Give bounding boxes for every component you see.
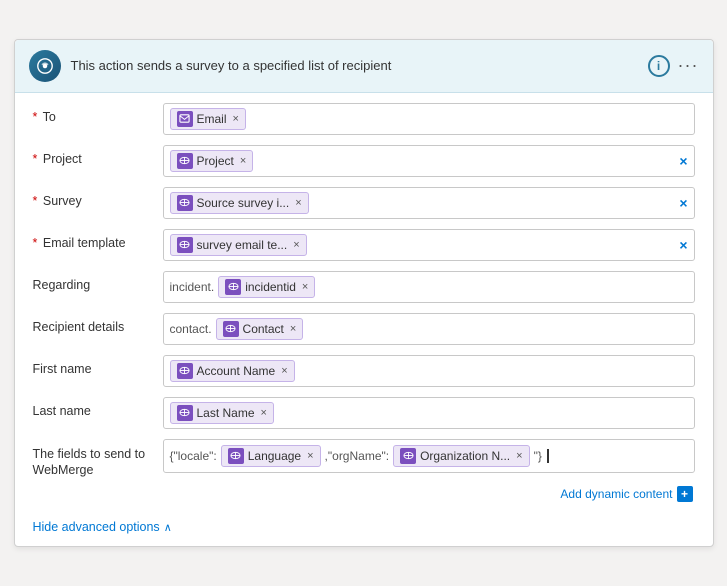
token-icon-incidentid xyxy=(225,279,241,295)
control-regarding[interactable]: incident. incidentid × xyxy=(163,271,695,303)
field-row-lastname: Last name Last Name × xyxy=(33,397,695,431)
token-icon-contact xyxy=(223,321,239,337)
label-regarding: Regarding xyxy=(33,271,163,292)
recipient-prefix: contact. xyxy=(170,322,212,336)
info-button[interactable]: i xyxy=(648,55,670,77)
hide-advanced-button[interactable]: Hide advanced options ∧ xyxy=(15,514,713,534)
field-row-regarding: Regarding incident. incidentid × xyxy=(33,271,695,305)
control-to[interactable]: Email × xyxy=(163,103,695,135)
field-row-webmerge: The fields to send to WebMerge {"locale"… xyxy=(33,439,695,479)
control-firstname[interactable]: Account Name × xyxy=(163,355,695,387)
more-button[interactable]: ··· xyxy=(678,55,699,76)
hide-advanced-label: Hide advanced options xyxy=(33,520,160,534)
clear-email-template[interactable]: × xyxy=(679,237,687,253)
token-contact-remove[interactable]: × xyxy=(290,323,296,335)
token-email-template: survey email te... × xyxy=(170,234,307,256)
token-icon-email xyxy=(177,111,193,127)
control-lastname[interactable]: Last Name × xyxy=(163,397,695,429)
control-recipient[interactable]: contact. Contact × xyxy=(163,313,695,345)
control-project[interactable]: Project × × xyxy=(163,145,695,177)
webmerge-suffix: "} xyxy=(534,449,542,463)
field-row-recipient: Recipient details contact. Contact × xyxy=(33,313,695,347)
token-project-remove[interactable]: × xyxy=(240,155,246,167)
add-dynamic-label: Add dynamic content xyxy=(560,487,672,501)
action-card: This action sends a survey to a specifie… xyxy=(14,39,714,548)
token-icon-last-name xyxy=(177,405,193,421)
field-row-email-template: * Email template survey email te... × × xyxy=(33,229,695,263)
form-body: * To Email × * Project xyxy=(15,93,713,515)
token-org-name: Organization N... × xyxy=(393,445,529,467)
plus-icon: + xyxy=(677,486,693,502)
token-project: Project × xyxy=(170,150,254,172)
token-language: Language × xyxy=(221,445,321,467)
token-icon-project xyxy=(177,153,193,169)
dynamic-content-row: Add dynamic content + xyxy=(33,486,695,502)
token-incidentid-remove[interactable]: × xyxy=(302,281,308,293)
label-survey: * Survey xyxy=(33,187,163,208)
label-email-template: * Email template xyxy=(33,229,163,250)
token-icon-org-name xyxy=(400,448,416,464)
token-email: Email × xyxy=(170,108,246,130)
token-email-template-remove[interactable]: × xyxy=(293,239,299,251)
text-cursor xyxy=(547,449,549,463)
label-recipient: Recipient details xyxy=(33,313,163,334)
header-actions: i ··· xyxy=(648,55,699,77)
token-last-name: Last Name × xyxy=(170,402,274,424)
label-project: * Project xyxy=(33,145,163,166)
field-row-firstname: First name Account Name × xyxy=(33,355,695,389)
token-account-name-remove[interactable]: × xyxy=(281,365,287,377)
regarding-prefix: incident. xyxy=(170,280,215,294)
field-row-to: * To Email × xyxy=(33,103,695,137)
token-survey-remove[interactable]: × xyxy=(295,197,301,209)
token-contact: Contact × xyxy=(216,318,304,340)
control-survey[interactable]: Source survey i... × × xyxy=(163,187,695,219)
chevron-up-icon: ∧ xyxy=(164,521,172,534)
header-title: This action sends a survey to a specifie… xyxy=(71,58,638,73)
clear-survey[interactable]: × xyxy=(679,195,687,211)
token-email-remove[interactable]: × xyxy=(233,113,239,125)
token-language-remove[interactable]: × xyxy=(307,450,313,462)
control-email-template[interactable]: survey email te... × × xyxy=(163,229,695,261)
control-webmerge[interactable]: {"locale": Language × ,"orgName": Organi… xyxy=(163,439,695,473)
token-account-name: Account Name × xyxy=(170,360,295,382)
token-survey: Source survey i... × xyxy=(170,192,309,214)
webmerge-prefix: {"locale": xyxy=(170,449,217,463)
token-org-name-remove[interactable]: × xyxy=(516,450,522,462)
label-firstname: First name xyxy=(33,355,163,376)
token-incidentid: incidentid × xyxy=(218,276,315,298)
app-icon xyxy=(29,50,61,82)
field-row-project: * Project Project × × xyxy=(33,145,695,179)
token-icon-language xyxy=(228,448,244,464)
field-row-survey: * Survey Source survey i... × × xyxy=(33,187,695,221)
label-lastname: Last name xyxy=(33,397,163,418)
webmerge-between: ,"orgName": xyxy=(325,449,390,463)
token-icon-survey xyxy=(177,195,193,211)
label-to: * To xyxy=(33,103,163,124)
clear-project[interactable]: × xyxy=(679,153,687,169)
add-dynamic-content-button[interactable]: Add dynamic content + xyxy=(560,486,692,502)
token-icon-email-template xyxy=(177,237,193,253)
token-icon-account-name xyxy=(177,363,193,379)
label-webmerge: The fields to send to WebMerge xyxy=(33,439,163,479)
token-last-name-remove[interactable]: × xyxy=(261,407,267,419)
card-header: This action sends a survey to a specifie… xyxy=(15,40,713,93)
